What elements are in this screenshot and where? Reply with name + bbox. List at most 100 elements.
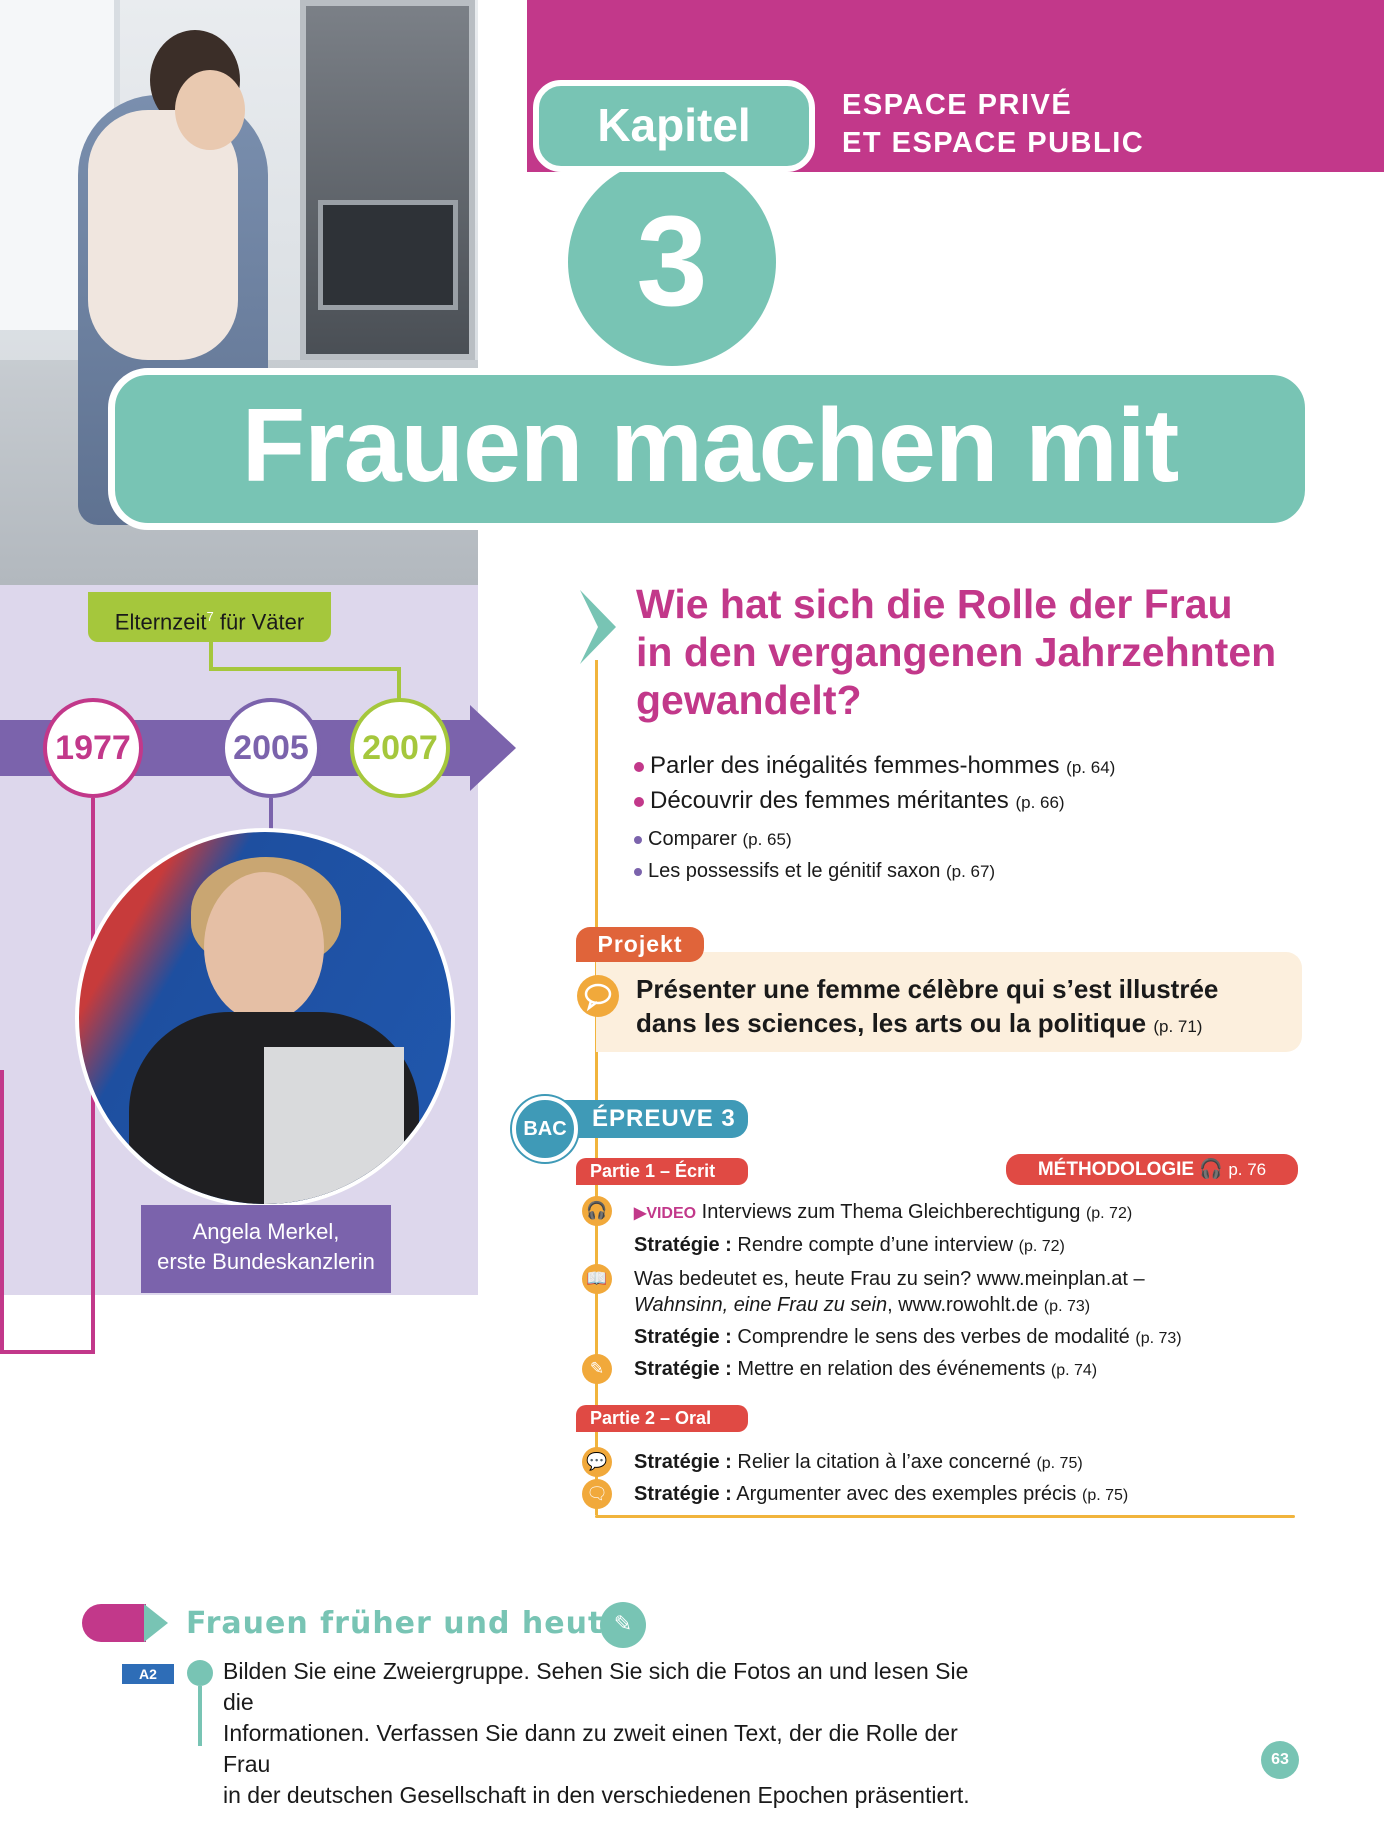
bac-line: ▶VIDEO Interviews zum Thema Gleichberech… — [634, 1199, 1132, 1227]
chapter-topic: ESPACE PRIVÉ ET ESPACE PUBLIC — [842, 86, 1144, 162]
footnote-marker: 7 — [206, 609, 214, 624]
chapter-number: 3 — [568, 158, 776, 366]
merkel-caption-line2: erste Bundeskanzlerin — [157, 1249, 375, 1274]
task-line3: in der deutschen Gesellschaft in den ver… — [223, 1782, 970, 1808]
question-line3: gewandelt? — [636, 677, 862, 723]
bac-line: Stratégie : Rendre compte d’une intervie… — [634, 1232, 1065, 1260]
video-label: ▶VIDEO — [634, 1205, 697, 1222]
photo-lectern — [264, 1047, 404, 1204]
bac-line-text: , www.rowohlt.de — [887, 1294, 1039, 1316]
speech-bubble-svg — [584, 983, 612, 1012]
bullet-icon — [634, 796, 644, 807]
pencil-icon: ✎ — [582, 1354, 612, 1384]
page-ref: (p. 74) — [1050, 1362, 1098, 1379]
projekt-line2: dans les sciences, les arts ou la politi… — [636, 1008, 1147, 1038]
bac-line-text: Argumenter avec des exemples précis — [736, 1483, 1077, 1505]
year-2007: 2007 — [350, 698, 450, 798]
chapter-topic-line2: ET ESPACE PUBLIC — [842, 127, 1145, 159]
task-bullet — [187, 1660, 213, 1686]
level-badge: A2 — [122, 1664, 174, 1684]
projekt-text: Présenter une femme célèbre qui s’est il… — [636, 972, 1296, 1044]
page-ref: (p. 65) — [742, 830, 792, 849]
year-1977: 1977 — [43, 698, 143, 798]
bac-line: Stratégie : Relier la citation à l’axe c… — [634, 1449, 1083, 1477]
strategie-label: Stratégie : — [634, 1234, 732, 1256]
page-ref: (p. 73) — [1135, 1330, 1182, 1347]
strategie-label: Stratégie : — [634, 1326, 732, 1348]
question-line1: Wie hat sich die Rolle der Frau — [636, 581, 1233, 627]
strategie-label: Stratégie : — [634, 1358, 732, 1380]
strategie-label: Stratégie : — [634, 1483, 732, 1505]
bac-line: Stratégie : Comprendre le sens des verbe… — [634, 1324, 1182, 1352]
objective-item: Les possessifs et le génitif saxon (p. 6… — [634, 860, 995, 883]
book-icon: 📖 — [582, 1264, 612, 1294]
speech-bubble-icon: 💬 — [582, 1447, 612, 1477]
timeline-branch-line — [0, 1070, 4, 1352]
merkel-photo — [75, 828, 455, 1208]
task-bullet-line — [198, 1686, 202, 1746]
objective-text: Découvrir des femmes méritantes — [650, 787, 1009, 814]
objective-item: Comparer (p. 65) — [634, 828, 792, 851]
projekt-tag: Projekt — [576, 927, 704, 962]
projekt-line2-wrap: dans les sciences, les arts ou la politi… — [636, 1006, 1296, 1044]
speech-bubble-icon — [577, 975, 619, 1017]
bac-line: Stratégie : Mettre en relation des événe… — [634, 1356, 1097, 1384]
objective-text: Comparer — [648, 828, 737, 850]
chapter-topic-line1: ESPACE PRIVÉ — [842, 89, 1073, 121]
bac-line-text: Was bedeutet es, heute Frau zu sein? www… — [634, 1268, 1145, 1290]
bac-line-text: Interviews zum Thema Gleichberechtigung — [701, 1201, 1081, 1223]
merkel-caption: Angela Merkel, erste Bundeskanzlerin — [141, 1205, 391, 1293]
year-2005: 2005 — [221, 698, 321, 798]
task-line2: Informationen. Verfassen Sie dann zu zwe… — [223, 1720, 958, 1777]
chapter-question: Wie hat sich die Rolle der Frau in den v… — [636, 580, 1336, 724]
elternzeit-label: Elternzeit7 für Väter — [88, 592, 331, 642]
elternzeit-text: Elternzeit — [114, 609, 207, 635]
bullet-icon — [634, 835, 642, 844]
headphones-icon: 🎧 — [1199, 1159, 1224, 1180]
book-title: Wahnsinn, eine Frau zu sein — [634, 1294, 888, 1316]
task-marker — [82, 1604, 146, 1642]
question-line2: in den vergangenen Jahrzehnten — [636, 629, 1277, 675]
page-ref: (p. 75) — [1081, 1487, 1129, 1504]
methodologie-tag: MÉTHODOLOGIE 🎧 p. 76 — [1006, 1154, 1298, 1185]
projekt-line1: Présenter une femme célèbre qui s’est il… — [636, 974, 1219, 1004]
dialogue-icon: 🗨 — [582, 1479, 612, 1509]
task-instructions: Bilden Sie eine Zweiergruppe. Sehen Sie … — [223, 1656, 983, 1811]
methodologie-label: MÉTHODOLOGIE — [1037, 1159, 1195, 1180]
connector-line — [209, 667, 401, 671]
page-ref: (p. 66) — [1015, 793, 1065, 812]
elternzeit-suffix: für Väter — [213, 609, 305, 635]
bac-line: Wahnsinn, eine Frau zu sein, www.rowohlt… — [634, 1292, 1090, 1320]
timeline-arrow-head — [470, 705, 516, 791]
photo-oven-door — [318, 200, 458, 310]
page-ref: (p. 64) — [1066, 758, 1116, 777]
guide-line — [595, 1515, 1295, 1518]
partie2-tag: Partie 2 – Oral — [576, 1405, 748, 1432]
chapter-label: Kapitel — [533, 80, 815, 172]
merkel-caption-line1: Angela Merkel, — [192, 1219, 340, 1244]
objective-text: Parler des inégalités femmes-hommes — [650, 752, 1060, 779]
photo-child-head — [175, 70, 245, 150]
page-ref: p. 76 — [1228, 1160, 1267, 1179]
page-title: Frauen machen mit — [241, 388, 1180, 504]
objective-item: Parler des inégalités femmes-hommes (p. … — [634, 752, 1115, 780]
bac-line: Stratégie : Argumenter avec des exemples… — [634, 1481, 1128, 1509]
objective-item: Découvrir des femmes méritantes (p. 66) — [634, 787, 1065, 815]
chevron-cut — [580, 590, 598, 664]
task-line1: Bilden Sie eine Zweiergruppe. Sehen Sie … — [223, 1658, 969, 1715]
chevron-icon — [144, 1604, 168, 1642]
bullet-icon — [634, 761, 644, 772]
bac-line: Was bedeutet es, heute Frau zu sein? www… — [634, 1266, 1145, 1292]
headphones-icon: 🎧 — [582, 1196, 612, 1226]
guide-line — [595, 660, 598, 1515]
page-ref: (p. 72) — [1085, 1205, 1133, 1222]
partie1-tag: Partie 1 – Écrit — [576, 1158, 748, 1185]
bac-line-text: Rendre compte d’une interview — [737, 1234, 1014, 1256]
bac-badge: BAC — [512, 1096, 578, 1162]
page-ref: (p. 73) — [1043, 1298, 1091, 1315]
strategie-label: Stratégie : — [634, 1451, 732, 1473]
bac-line-text: Mettre en relation des événements — [737, 1358, 1046, 1380]
photo-face — [204, 872, 324, 1022]
page-ref: (p. 75) — [1036, 1455, 1083, 1472]
pencil-icon: ✎ — [600, 1602, 646, 1648]
